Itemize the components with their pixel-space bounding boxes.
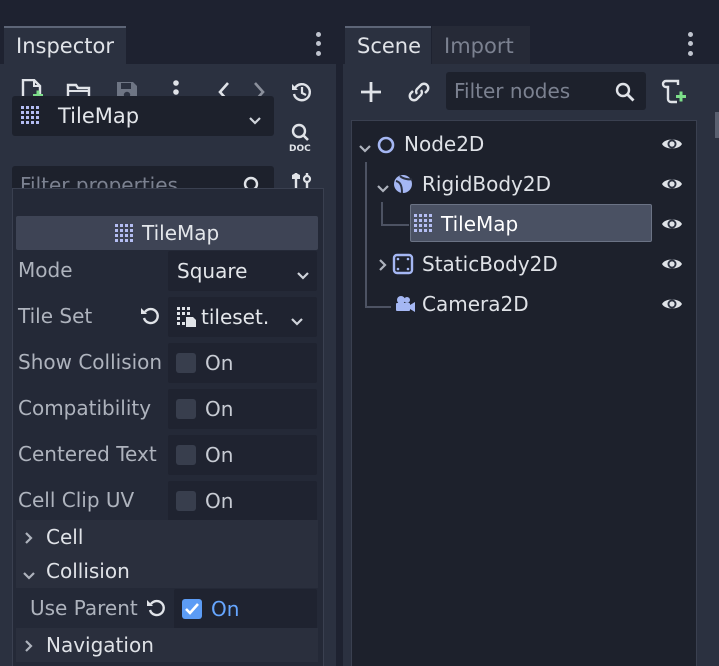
property-label-show-collision: Show Collision [18,350,163,374]
tileset-icon [176,306,198,332]
tilemap-icon [413,213,435,237]
add-node-icon[interactable] [355,76,387,108]
checkbox-label: On [211,597,240,621]
scene-menu-icon[interactable] [680,30,700,58]
tree-guide-line [381,224,409,226]
group-collision[interactable]: Collision [16,554,318,588]
group-cell[interactable]: Cell [16,520,318,554]
checkbox-label: On [205,351,234,375]
node-name: Node2D [404,132,485,156]
tree-guide-line [365,162,367,308]
scene-dock: Scene Import [343,22,719,666]
show-collision-checkbox[interactable]: On [168,343,317,383]
visibility-eye-icon[interactable] [661,133,683,159]
filter-nodes-input[interactable] [454,72,614,110]
property-label-mode: Mode [18,258,73,282]
tree-node-rigidbody2d[interactable]: RigidBody2D [374,167,674,201]
search-icon [614,81,636,107]
checkbox-label: On [205,397,234,421]
tile-set-resource[interactable]: tileset. [168,297,317,337]
group-label: Cell [46,525,84,549]
tab-import[interactable]: Import [432,26,530,64]
scene-tabbar: Scene Import [343,22,719,64]
object-selector-label: TileMap [58,104,140,128]
inspector-menu-icon[interactable] [308,30,328,58]
chevron-down-icon [290,312,304,331]
tilemap-icon [114,223,136,247]
visibility-eye-icon[interactable] [661,293,683,319]
chevron-down-icon [358,139,372,158]
tree-node-camera2d[interactable]: Camera2D [374,287,674,321]
section-title: TileMap [142,221,220,245]
object-selector[interactable]: TileMap [12,96,274,136]
attach-script-icon[interactable] [658,76,690,108]
tree-node-tilemap[interactable]: TileMap [410,204,652,242]
mode-select[interactable]: Square [168,251,317,291]
checkbox-box [176,399,196,419]
tile-set-value: tileset. [201,305,270,329]
svg-text:DOC: DOC [289,144,311,152]
checkbox-box [176,445,196,465]
property-label-compatibility: Compatibility [18,396,152,420]
visibility-eye-icon[interactable] [661,213,683,239]
group-navigation[interactable]: Navigation [16,628,318,662]
instance-scene-icon[interactable] [403,76,435,108]
checkbox-label: On [205,443,234,467]
property-label-use-parent: Use Parent [30,596,138,620]
tab-inspector[interactable]: Inspector [4,26,126,64]
group-label: Navigation [46,633,154,657]
property-label-centered-text: Centered Text [18,442,157,466]
tab-scene[interactable]: Scene [345,26,431,64]
compatibility-checkbox[interactable]: On [168,389,317,429]
chevron-down-icon [248,111,262,130]
node2d-icon [376,135,396,159]
doc-icon[interactable]: DOC [284,120,320,154]
checkbox-checked [182,599,202,619]
chevron-down-icon [22,566,36,585]
visibility-eye-icon[interactable] [661,173,683,199]
mode-value: Square [177,259,248,283]
property-label-tile-set: Tile Set [18,304,93,328]
cell-clip-uv-checkbox[interactable]: On [168,481,317,521]
staticbody2d-icon [392,253,414,279]
node-name: TileMap [441,212,519,236]
revert-icon[interactable] [140,305,162,331]
node-name: RigidBody2D [422,172,552,196]
group-label: Collision [46,559,130,583]
rigidbody2d-icon [392,173,414,199]
inspector-tabbar: Inspector [0,22,336,64]
checkbox-box [176,353,196,373]
tree-guide-line [381,202,383,226]
tilemap-icon [20,105,44,131]
scene-tree [351,120,697,666]
checkbox-box [176,491,196,511]
scrollbar-handle[interactable] [715,112,719,138]
centered-text-checkbox[interactable]: On [168,435,317,475]
node-name: Camera2D [422,292,529,316]
visibility-eye-icon[interactable] [661,253,683,279]
history-icon[interactable] [286,76,318,108]
property-label-cell-clip-uv: Cell Clip UV [18,488,135,512]
chevron-down-icon [296,266,310,285]
chevron-right-icon [24,638,34,657]
chevron-right-icon [378,257,388,276]
use-parent-checkbox[interactable]: On [174,589,317,629]
top-strip [0,0,719,22]
revert-icon[interactable] [146,597,168,623]
chevron-right-icon [24,530,34,549]
node-name: StaticBody2D [422,252,558,276]
camera2d-icon [392,294,416,318]
checkbox-label: On [205,489,234,513]
chevron-down-icon [376,179,390,198]
section-header-tilemap: TileMap [16,216,318,250]
tree-node-node2d[interactable]: Node2D [356,127,696,161]
filter-nodes-field[interactable] [446,72,646,110]
tree-node-staticbody2d[interactable]: StaticBody2D [374,247,674,281]
